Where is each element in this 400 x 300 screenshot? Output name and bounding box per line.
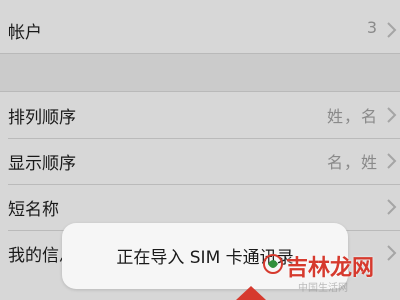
watermark: 吉林龙网 中国生活网	[262, 248, 398, 296]
watermark-sub: 中国生活网	[298, 283, 348, 294]
watermark-logo-icon	[263, 254, 283, 274]
watermark-brand: 吉林龙网	[286, 256, 375, 281]
